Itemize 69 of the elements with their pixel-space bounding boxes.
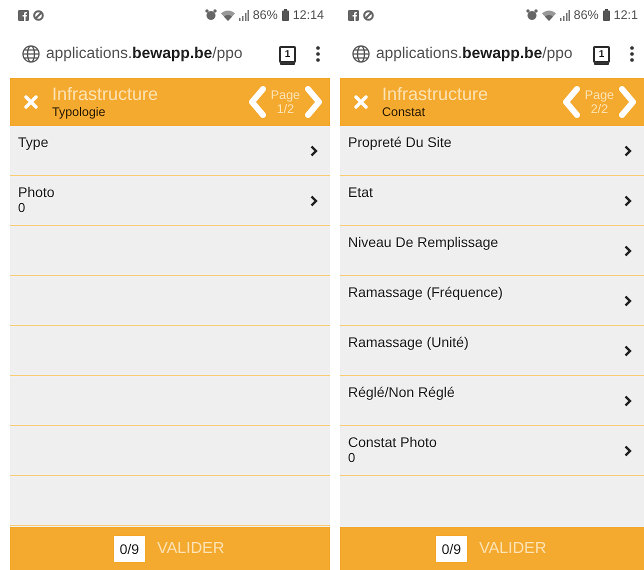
field-label: Réglé/Non Réglé <box>348 384 456 400</box>
form-row[interactable]: Ramassage (Fréquence) <box>340 276 644 326</box>
globe-icon <box>22 45 40 63</box>
alarm-icon <box>526 9 538 21</box>
previous-page-icon[interactable] <box>246 86 267 118</box>
url-text[interactable]: applications.bewapp.be/ppo <box>46 45 273 63</box>
form-row[interactable]: Propreté Du Site <box>340 126 644 176</box>
field-label: Type <box>18 134 50 150</box>
section-title: Constat <box>382 104 426 120</box>
form-row[interactable]: Ramassage (Unité) <box>340 326 644 376</box>
form-title: Infrastructure <box>382 84 490 104</box>
chevron-right-icon <box>624 394 632 406</box>
close-icon[interactable] <box>354 95 368 109</box>
clock-time: 12:1 <box>614 8 638 22</box>
chevron-right-icon <box>624 194 632 206</box>
menu-icon[interactable] <box>630 46 634 62</box>
clock-time: 12:14 <box>292 8 324 22</box>
field-label: Ramassage (Fréquence) <box>348 284 504 300</box>
progress-count: 0/9 <box>114 536 146 562</box>
form-row[interactable]: Niveau De Remplissage <box>340 226 644 276</box>
battery-level: 86% <box>574 8 599 22</box>
chevron-right-icon <box>624 244 632 256</box>
tab-count[interactable]: 1 <box>593 46 610 62</box>
blocked-icon <box>363 10 374 20</box>
form-row[interactable]: Réglé/Non Réglé <box>340 376 644 426</box>
form-row[interactable]: Constat Photo 0 <box>340 426 644 476</box>
chevron-right-icon <box>624 294 632 306</box>
field-value: 0 <box>348 450 356 465</box>
signal-icon <box>238 10 249 20</box>
battery-icon <box>602 9 610 21</box>
section-title: Typologie <box>52 104 107 120</box>
facebook-icon <box>18 10 29 20</box>
signal-icon <box>560 10 570 20</box>
field-label: Photo <box>18 184 56 200</box>
field-label: Propreté Du Site <box>348 134 452 150</box>
tab-count[interactable]: 1 <box>279 46 296 62</box>
globe-icon <box>352 45 370 63</box>
chevron-right-icon <box>624 144 632 156</box>
chevron-right-icon <box>624 444 632 456</box>
alarm-icon <box>204 9 217 21</box>
page-label: Page <box>270 88 300 102</box>
previous-page-icon[interactable] <box>560 86 581 118</box>
blocked-icon <box>33 10 44 20</box>
progress-count: 0/9 <box>436 536 468 562</box>
wifi-icon <box>542 10 556 20</box>
form-row[interactable]: Etat <box>340 176 644 226</box>
page-number: 2/2 <box>590 102 608 116</box>
field-label: Constat Photo <box>348 434 438 450</box>
chevron-right-icon <box>310 144 318 156</box>
page-label: Page <box>584 88 614 102</box>
facebook-icon <box>348 10 359 20</box>
field-label: Ramassage (Unité) <box>348 334 470 350</box>
field-value: 0 <box>18 200 26 215</box>
field-label: Niveau De Remplissage <box>348 234 500 250</box>
battery-icon <box>282 9 289 21</box>
close-icon[interactable] <box>24 95 38 109</box>
form-row[interactable]: Type <box>10 126 330 176</box>
battery-level: 86% <box>252 8 278 22</box>
menu-icon[interactable] <box>316 46 320 62</box>
chevron-right-icon <box>310 194 318 206</box>
form-row[interactable]: Photo 0 <box>10 176 330 226</box>
next-page-icon[interactable] <box>304 86 324 118</box>
next-page-icon[interactable] <box>618 86 638 118</box>
chevron-right-icon <box>624 344 632 356</box>
form-title: Infrastructure <box>52 84 160 104</box>
page-number: 1/2 <box>276 102 294 116</box>
url-text[interactable]: applications.bewapp.be/ppo <box>376 45 587 63</box>
field-label: Etat <box>348 184 374 200</box>
wifi-icon <box>220 10 235 20</box>
